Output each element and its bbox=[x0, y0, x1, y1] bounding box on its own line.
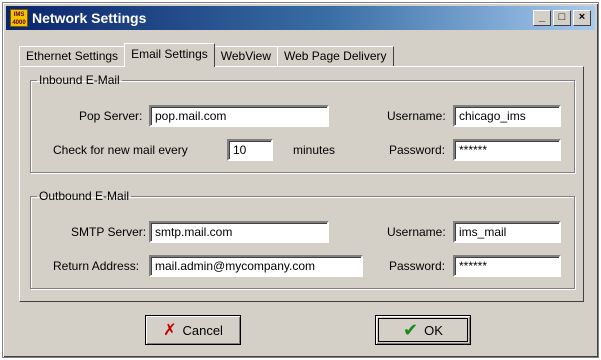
email-settings-panel: Inbound E-Mail Pop Server: pop.mail.com … bbox=[19, 66, 584, 302]
inbound-username-field[interactable]: chicago_ims bbox=[453, 105, 561, 127]
window-title: Network Settings bbox=[32, 10, 147, 26]
title-bar[interactable]: IMS 4000 Network Settings _ □ × bbox=[6, 6, 595, 30]
tab-ethernet-settings[interactable]: Ethernet Settings bbox=[19, 46, 126, 67]
ok-button[interactable]: ✔ OK bbox=[375, 315, 471, 345]
tab-web-page-delivery[interactable]: Web Page Delivery bbox=[277, 46, 394, 67]
tab-strip: Ethernet Settings Email Settings WebView… bbox=[19, 43, 394, 67]
tab-webview[interactable]: WebView bbox=[213, 46, 279, 67]
smtp-server-label: SMTP Server: bbox=[71, 225, 147, 239]
outbound-email-group: Outbound E-Mail SMTP Server: smtp.mail.c… bbox=[30, 189, 575, 289]
cancel-button[interactable]: ✗ Cancel bbox=[145, 315, 241, 345]
minimize-button[interactable]: _ bbox=[533, 10, 551, 26]
inbound-email-legend: Inbound E-Mail bbox=[39, 73, 120, 87]
inbound-password-label: Password: bbox=[389, 143, 446, 157]
check-interval-field[interactable]: 10 bbox=[227, 139, 273, 161]
outbound-password-label: Password: bbox=[389, 259, 446, 273]
inbound-username-label: Username: bbox=[387, 109, 446, 123]
window-controls: _ □ × bbox=[533, 10, 591, 26]
return-address-field[interactable]: mail.admin@mycompany.com bbox=[149, 255, 363, 277]
close-button[interactable]: × bbox=[573, 10, 591, 26]
maximize-button[interactable]: □ bbox=[553, 10, 571, 26]
check-mail-label: Check for new mail every bbox=[53, 143, 188, 157]
smtp-server-field[interactable]: smtp.mail.com bbox=[149, 221, 329, 243]
outbound-email-legend: Outbound E-Mail bbox=[39, 189, 130, 203]
pop-server-label: Pop Server: bbox=[79, 109, 143, 123]
outbound-password-field[interactable]: ****** bbox=[453, 255, 561, 277]
minutes-label: minutes bbox=[293, 143, 336, 157]
return-address-label: Return Address: bbox=[53, 259, 140, 273]
cancel-x-icon: ✗ bbox=[163, 322, 177, 339]
pop-server-field[interactable]: pop.mail.com bbox=[149, 105, 329, 127]
inbound-password-field[interactable]: ****** bbox=[453, 139, 561, 161]
app-icon: IMS 4000 bbox=[10, 9, 28, 27]
outbound-username-label: Username: bbox=[387, 225, 446, 239]
inbound-email-group: Inbound E-Mail Pop Server: pop.mail.com … bbox=[30, 73, 575, 173]
cancel-label: Cancel bbox=[182, 322, 223, 338]
checkmark-icon: ✔ bbox=[403, 319, 419, 340]
network-settings-window: IMS 4000 Network Settings _ □ × Ethernet… bbox=[2, 2, 599, 358]
outbound-username-field[interactable]: ims_mail bbox=[453, 221, 561, 243]
ok-label: OK bbox=[424, 322, 443, 338]
tab-email-settings[interactable]: Email Settings bbox=[124, 43, 215, 67]
